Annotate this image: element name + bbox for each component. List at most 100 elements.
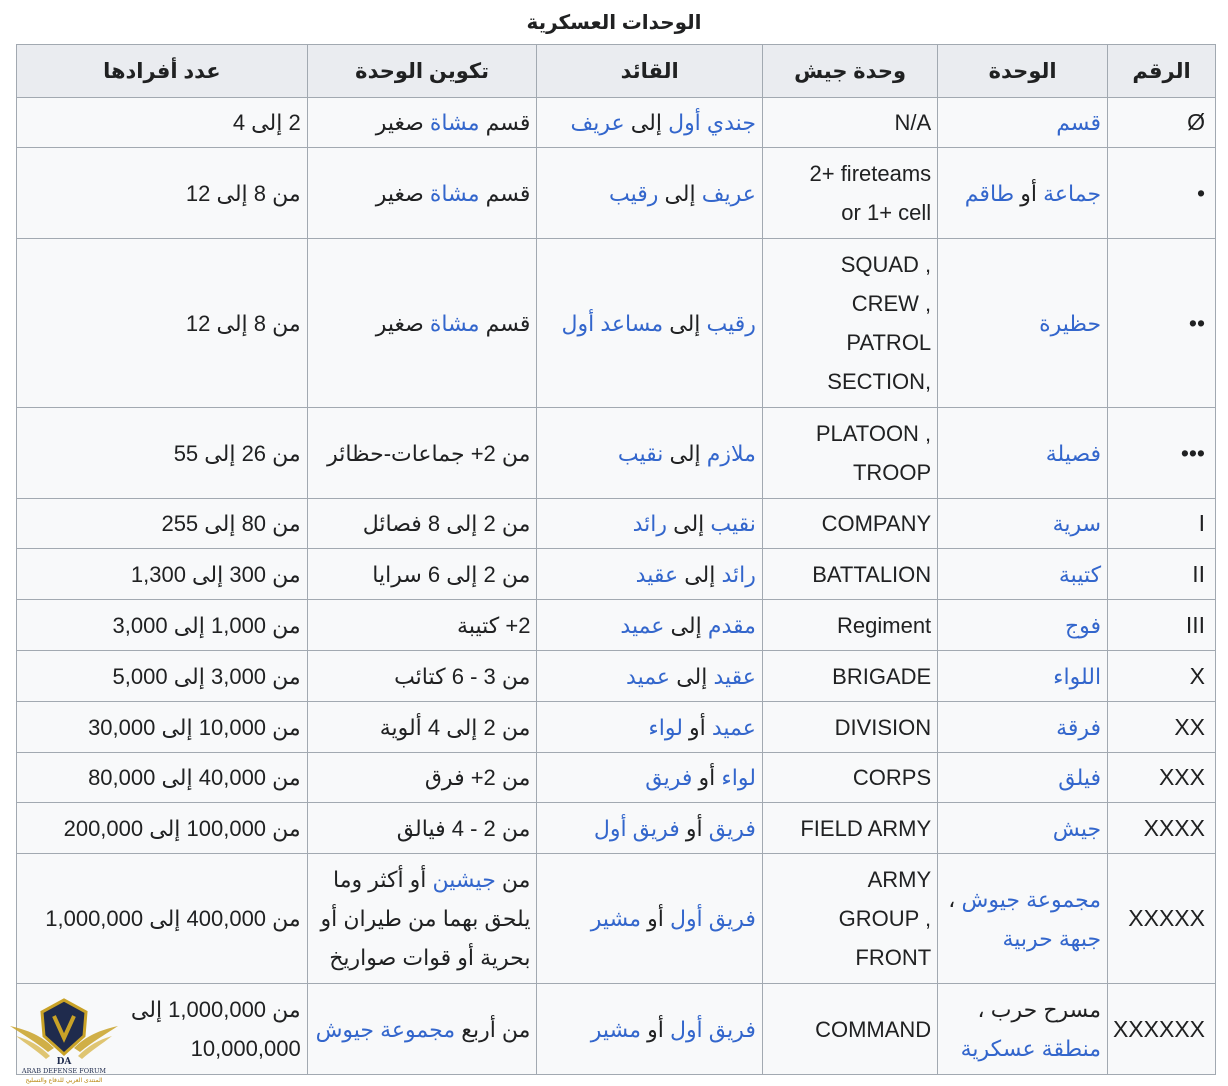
header-army-unit[interactable]: وحدة جيش [761, 44, 939, 98]
army-unit-line: SECTION, [827, 369, 932, 394]
cell-unit: سرية [937, 498, 1109, 549]
cell-text: صغير [375, 310, 430, 336]
cell-commander: لواء أو فريق [536, 752, 763, 803]
wiki-link[interactable]: اللواء [1053, 664, 1101, 689]
cell-text: من 100,000 إلى 200,000 [63, 815, 301, 841]
wiki-link[interactable]: ملازم [707, 441, 756, 466]
wiki-link[interactable]: فريق أول [594, 816, 680, 841]
wiki-link[interactable]: جبهة حربية [1002, 926, 1101, 951]
cell-number: ••• [1107, 407, 1216, 499]
cell-composition: من 2 إلى 4 ألوية [306, 701, 538, 753]
wiki-link[interactable]: عميد [712, 715, 756, 740]
logo-subtitle: المنتدى العربي للدفاع والتسليح [26, 1077, 103, 1084]
wiki-link[interactable]: عريف [571, 110, 625, 135]
wiki-link[interactable]: مشير [591, 906, 641, 931]
wiki-link[interactable]: عقيد [636, 562, 678, 587]
wiki-link[interactable]: مشاة [430, 181, 480, 206]
cell-army-unit: CORPS [761, 752, 939, 803]
wiki-link[interactable]: نقيب [618, 441, 664, 466]
cell-composition: من 2+ فرق [306, 752, 538, 803]
wiki-link[interactable]: رائد [633, 511, 667, 536]
logo-mark: DA [57, 1057, 73, 1067]
cell-commander: نقيب إلى رائد [536, 498, 763, 549]
cell-text: إلى [624, 110, 669, 135]
table-row: X اللواء BRIGADE عقيد إلى عميد من 3 - 6 كتائ… [16, 650, 1216, 702]
cell-army-unit: Regiment [761, 599, 939, 651]
cell-army-unit: COMPANY [761, 498, 939, 549]
cell-text: من 300 إلى 1,300 [130, 561, 301, 587]
cell-text: من 1,000 إلى 3,000 [112, 612, 301, 638]
header-number[interactable]: الرقم [1107, 44, 1216, 98]
cell-text: إلى [658, 180, 702, 206]
wiki-link[interactable]: مشاة [430, 110, 480, 135]
wiki-link[interactable]: عميد [620, 613, 664, 638]
wiki-link[interactable]: جيش [1053, 816, 1101, 841]
cell-number: XXXX [1107, 802, 1216, 854]
wiki-link[interactable]: كتيبة [1059, 562, 1101, 587]
army-unit-line: COMPANY [821, 511, 932, 536]
wiki-link[interactable]: فيلق [1058, 765, 1101, 790]
wiki-link[interactable]: رائد [722, 562, 756, 587]
table-header-row: الرقم الوحدة وحدة جيش القائد تكوين الوحد… [16, 44, 1216, 98]
cell-number: XX [1107, 701, 1216, 753]
wiki-link[interactable]: فصيلة [1046, 441, 1101, 466]
cell-personnel: 2 إلى 4 [16, 97, 308, 148]
wiki-link[interactable]: جماعة [1043, 181, 1101, 206]
wiki-link[interactable]: لواء [648, 715, 683, 740]
table-caption: الوحدات العسكرية [526, 12, 702, 34]
wiki-link[interactable]: لواء [721, 765, 756, 790]
wiki-link[interactable]: منطقة عسكرية [961, 1036, 1101, 1061]
cell-number: •• [1107, 238, 1216, 408]
table-row: XXX فيلق CORPS لواء أو فريق من 2+ فرق من 40,0… [16, 752, 1216, 803]
wiki-link[interactable]: مشير [591, 1017, 641, 1042]
table-row: I سرية COMPANY نقيب إلى رائد من 2 إلى 8 فصائ… [16, 498, 1216, 549]
cell-text: ، [948, 886, 962, 912]
cell-army-unit: PLATOON , TROOP [761, 407, 939, 499]
header-unit[interactable]: الوحدة [937, 44, 1109, 98]
wiki-link[interactable]: مجموعة جيوش [316, 1017, 456, 1042]
wiki-link[interactable]: جندي أول [668, 110, 756, 135]
cell-number: X [1107, 650, 1216, 702]
header-composition[interactable]: تكوين الوحدة [306, 44, 538, 98]
wiki-link[interactable]: مجموعة جيوش [962, 887, 1102, 912]
cell-text: من 2+ جماعات-حظائر [327, 440, 531, 466]
wiki-link[interactable]: طاقم [965, 181, 1014, 206]
wiki-link[interactable]: فوج [1065, 613, 1101, 638]
wiki-link[interactable]: فريق أول [670, 1017, 756, 1042]
cell-number: XXXXXX [1107, 983, 1216, 1075]
wiki-link[interactable]: مشاة [430, 311, 480, 336]
cell-commander: رقيب إلى مساعد أول [536, 238, 763, 408]
cell-text: من أربع [455, 1016, 531, 1042]
wiki-link[interactable]: فريق [709, 816, 756, 841]
wiki-link[interactable]: مساعد أول [562, 311, 664, 336]
wiki-link[interactable]: قسم [1056, 110, 1101, 135]
cell-unit: جماعة أو طاقم [937, 147, 1109, 239]
army-unit-line: PATROL [846, 330, 932, 355]
wiki-link[interactable]: فريق [645, 765, 692, 790]
cell-personnel: من 80 إلى 255 [16, 498, 308, 549]
wiki-link[interactable]: سرية [1053, 511, 1102, 536]
wiki-link[interactable]: رقيب [707, 311, 756, 336]
army-unit-line: CREW , [851, 291, 932, 316]
wiki-link[interactable]: حظيرة [1039, 311, 1101, 336]
header-personnel[interactable]: عدد أفرادها [16, 44, 308, 98]
cell-text: من 2 إلى 4 ألوية [379, 714, 531, 740]
wiki-link[interactable]: فريق أول [670, 906, 756, 931]
wiki-link[interactable]: جيشين [433, 867, 496, 892]
wiki-link[interactable]: عقيد [713, 664, 755, 689]
army-unit-line: or 1+ cell [841, 200, 932, 225]
cell-text: صغير [375, 110, 430, 135]
wiki-link[interactable]: رقيب [609, 181, 658, 206]
cell-text: من 2 إلى 6 سرايا [372, 561, 531, 587]
wiki-link[interactable]: فرقة [1056, 715, 1101, 740]
wiki-link[interactable]: مقدم [708, 613, 756, 638]
cell-unit: مجموعة جيوش ، جبهة حربية [937, 853, 1109, 984]
cell-personnel: من 8 إلى 12 [16, 147, 308, 239]
wiki-link[interactable]: عريف [702, 181, 756, 206]
wiki-link[interactable]: نقيب [710, 511, 756, 536]
header-commander[interactable]: القائد [536, 44, 763, 98]
cell-unit: فيلق [937, 752, 1109, 803]
cell-composition: 2+ كتيبة [306, 599, 538, 651]
cell-unit: مسرح حرب ، منطقة عسكرية [937, 983, 1109, 1075]
wiki-link[interactable]: عميد [626, 664, 670, 689]
